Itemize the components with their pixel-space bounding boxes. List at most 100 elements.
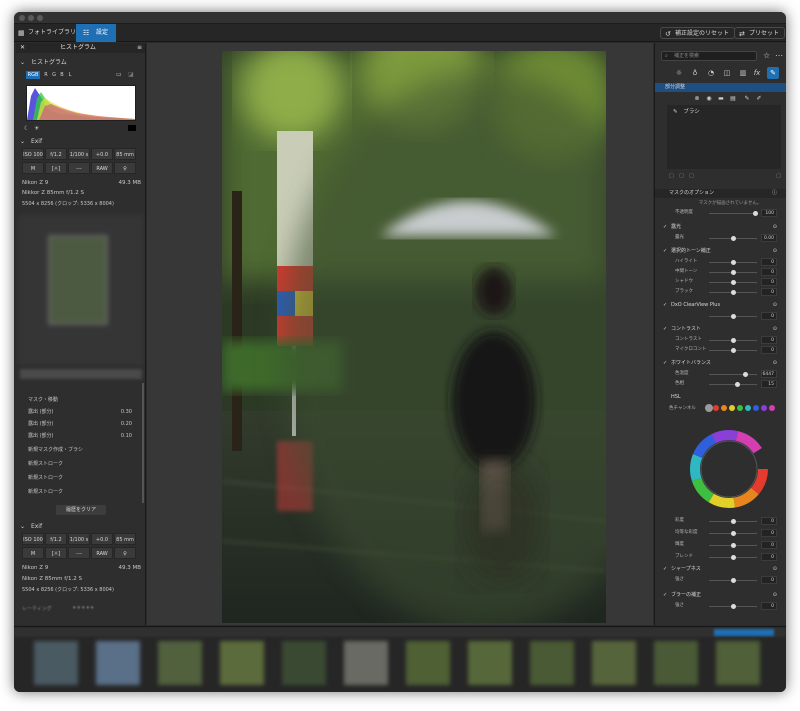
slider-knob[interactable] (730, 280, 736, 285)
slider-knob[interactable] (730, 290, 736, 295)
slider-value[interactable]: 0 (761, 258, 777, 266)
history-item[interactable]: 露出 (部分) 0.20 (28, 419, 136, 429)
slider-knob[interactable] (730, 543, 736, 548)
gradient-icon[interactable]: ▤ (727, 93, 739, 105)
filmstrip-thumbnail[interactable] (530, 641, 574, 685)
slider-value[interactable]: 0 (761, 346, 777, 354)
history-scrollbar[interactable] (142, 383, 144, 503)
slider-knob[interactable] (730, 531, 736, 536)
slider-track[interactable] (709, 604, 757, 609)
slider-value[interactable]: 15 (761, 380, 777, 388)
info-icon[interactable]: ⓘ (772, 189, 777, 198)
slider-value[interactable]: 0 (761, 576, 777, 584)
history-item[interactable]: 新規マスク作成・ブラシ (28, 445, 136, 455)
filmstrip-thumbnail[interactable] (96, 641, 140, 685)
filmstrip-thumbnail[interactable] (282, 641, 326, 685)
section-header[interactable]: ✓ ブラーの補正 ⊙ (655, 591, 786, 600)
slider-knob[interactable] (730, 555, 736, 560)
hsl-color-dot[interactable] (769, 405, 775, 411)
hsl-color-dot[interactable] (705, 404, 713, 412)
section-header[interactable]: ✓ ホワイトバランス ⊙ (655, 359, 786, 368)
slider-track[interactable] (709, 382, 757, 387)
slider-knob[interactable] (753, 211, 758, 216)
close-window-icon[interactable] (19, 15, 25, 21)
slider-value[interactable]: 0 (761, 288, 777, 296)
hsl-color-dot[interactable] (745, 405, 751, 411)
enable-check-icon[interactable]: ✓ (663, 591, 667, 600)
star-icon[interactable]: ☆ (763, 51, 770, 60)
adjust-slider[interactable]: 中間トーン 0 (675, 268, 783, 277)
filmstrip-thumbnail[interactable] (592, 641, 636, 685)
brush-small-icon[interactable]: ✐ (753, 93, 765, 105)
mask-list-item[interactable]: ✎ ブラシ (673, 107, 700, 115)
filmstrip-thumbnail[interactable] (716, 641, 760, 685)
opacity-slider[interactable]: 不透明度 100 (675, 209, 783, 218)
slider-knob[interactable] (730, 314, 736, 319)
local-adjust-tool-icon[interactable]: ✎ (767, 67, 779, 79)
monitor-icon[interactable]: ▭ (116, 71, 122, 78)
detail-tool-icon[interactable]: ◔ (705, 67, 717, 79)
slider-knob[interactable] (730, 338, 736, 343)
eraser-icon[interactable]: ▬ (715, 93, 727, 105)
filmstrip-thumbnail[interactable] (158, 641, 202, 685)
auto-mask-icon[interactable]: ◉ (703, 93, 715, 105)
slider-track[interactable] (709, 543, 757, 548)
preset-button[interactable]: ⇄ プリセット (734, 27, 786, 39)
history-item[interactable]: 露出 (部分) 0.30 (28, 407, 136, 417)
tab-settings[interactable]: ☷ 設定 (76, 24, 117, 42)
mask-options-header[interactable]: マスクのオプション ⓘ (655, 189, 786, 198)
section-header[interactable]: ✓ DxO ClearView Plus ⊙ (655, 301, 786, 310)
slider-track[interactable] (709, 236, 757, 241)
reset-section-icon[interactable]: ⊙ (773, 359, 777, 368)
slider-track[interactable] (709, 348, 757, 353)
slider-knob[interactable] (730, 236, 736, 241)
filmpack-tool-icon[interactable]: ▥ (737, 67, 749, 79)
slider-value[interactable]: 0 (761, 517, 777, 525)
history-item[interactable]: 新規ストローク (28, 473, 136, 483)
delete-icon[interactable]: □ (689, 173, 694, 179)
adjust-slider[interactable]: 均等な彩度 0 (675, 529, 783, 538)
histogram-section-title[interactable]: ⌄ ヒストグラム (20, 57, 67, 66)
panel-menu-icon[interactable]: ≡ (137, 43, 142, 53)
local-adjust-header[interactable]: 部分調整 (655, 83, 786, 92)
adjust-slider[interactable]: ブレンド 0 (675, 553, 783, 562)
hsl-section-header[interactable]: HSL (655, 393, 786, 402)
slider-value[interactable]: 0 (761, 553, 777, 561)
hsl-color-dot[interactable] (737, 405, 743, 411)
section-header[interactable]: ✓ 選択的トーン補正 ⊙ (655, 247, 786, 256)
slider-knob[interactable] (730, 578, 736, 583)
duplicate-icon[interactable]: □ (679, 173, 684, 179)
history-item[interactable]: 新規ストローク (28, 487, 136, 497)
slider-track[interactable] (709, 578, 757, 583)
adjust-slider[interactable]: 露光 0.00 (675, 234, 783, 243)
geometry-tool-icon[interactable]: ◫ (721, 67, 733, 79)
correction-search-input[interactable]: ⌕ 補正を検索 (661, 51, 757, 61)
history-item[interactable]: マスク・移動 (28, 395, 136, 405)
slider-knob[interactable] (730, 519, 736, 524)
photo-preview[interactable] (222, 51, 606, 623)
rating-stars-icon[interactable]: ★★★★★ (72, 605, 94, 611)
slider-track[interactable] (709, 519, 757, 524)
reset-section-icon[interactable]: ⊙ (773, 591, 777, 600)
channel-rgb[interactable]: RGB (26, 71, 40, 79)
options-icon[interactable]: □ (776, 173, 781, 179)
enable-check-icon[interactable]: ✓ (663, 301, 667, 310)
slider-value[interactable]: 0.00 (761, 234, 777, 242)
slider-track[interactable] (709, 338, 757, 343)
pipette-icon[interactable]: ✎ (741, 93, 753, 105)
adjust-slider[interactable]: 輝度 0 (675, 541, 783, 550)
section-header[interactable]: ✓ シャープネス ⊙ (655, 565, 786, 574)
slider-knob[interactable] (730, 604, 736, 609)
filmstrip-thumbnail[interactable] (34, 641, 78, 685)
adjust-slider[interactable]: 彩度 0 (675, 517, 783, 526)
control-point-icon[interactable]: ⊗ (691, 93, 703, 105)
light-tool-icon[interactable]: ☼ (673, 67, 685, 79)
slider-knob[interactable] (735, 382, 741, 387)
enable-check-icon[interactable]: ✓ (663, 565, 667, 574)
exif-section-title-2[interactable]: ⌄ Exif (20, 523, 42, 530)
slider-knob[interactable] (730, 270, 736, 275)
adjust-slider[interactable]: 強さ 0 (675, 602, 783, 611)
zoom-window-icon[interactable] (37, 15, 43, 21)
slider-track[interactable] (709, 280, 757, 285)
slider-value[interactable]: 0 (761, 529, 777, 537)
